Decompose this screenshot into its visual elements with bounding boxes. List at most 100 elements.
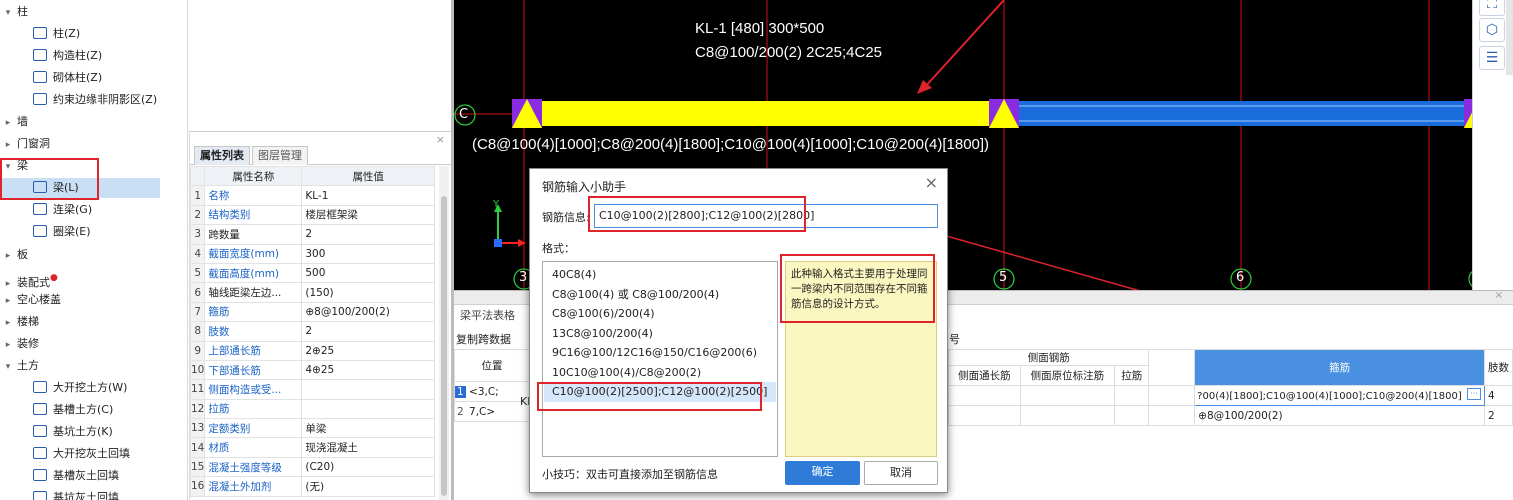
property-value[interactable]: 楼层框架梁	[301, 204, 435, 226]
tree-item[interactable]: ▸ 门窗洞	[2, 134, 187, 155]
tree-item[interactable]: 圈梁(E)	[0, 222, 186, 242]
property-value[interactable]: 现浇混凝土	[301, 437, 435, 458]
property-row[interactable]: 9 上部通长筋 2⊕25	[189, 340, 435, 361]
format-list-item[interactable]: C8@100(4) 或 C8@100/200(4)	[552, 285, 719, 305]
close-icon[interactable]: ×	[1495, 290, 1503, 301]
tree-item[interactable]: 构造柱(Z)	[0, 46, 186, 66]
tree-item[interactable]: 基坑土方(K)	[0, 422, 186, 442]
tree-item[interactable]: 连梁(G)	[0, 200, 186, 220]
property-row[interactable]: 10 下部通长筋 4⊕25	[189, 359, 435, 381]
chevron-right-icon[interactable]: ▸	[2, 313, 14, 333]
property-value[interactable]: 2	[301, 321, 435, 342]
property-value[interactable]: 300	[301, 243, 435, 264]
toolbar-item-tail[interactable]: 号	[949, 331, 960, 347]
tree-item[interactable]: 砌体柱(Z)	[0, 68, 186, 88]
property-value[interactable]: (150)	[301, 282, 435, 303]
tree-item[interactable]: ▸ 装修	[2, 334, 187, 355]
row-number: 15	[189, 456, 206, 478]
chevron-down-icon[interactable]: ▾	[2, 3, 14, 23]
construct-column-icon	[33, 49, 47, 61]
tab-property-list[interactable]: 属性列表	[194, 146, 250, 165]
view-toolbar: ⛶ ⬡ ☰	[1472, 0, 1513, 290]
property-row[interactable]: 11 侧面构造或受...	[189, 379, 435, 400]
property-value[interactable]: (C20)	[301, 456, 435, 478]
row1-stirrup-cell[interactable]: ?00(4)[1800];C10@100(4)[1000];C10@200(4)…	[1194, 385, 1485, 406]
ok-button[interactable]: 确定	[785, 461, 860, 485]
property-row[interactable]: 12 拉筋	[189, 398, 435, 420]
chevron-right-icon[interactable]: ▸	[2, 246, 14, 266]
more-icon[interactable]: ···	[1467, 388, 1481, 400]
toolbar-scrollbar[interactable]	[1506, 0, 1513, 75]
tree-item[interactable]: 基槽灰土回填	[0, 466, 186, 486]
property-value[interactable]: 500	[301, 262, 435, 284]
tree-item[interactable]: ▾ 土方	[2, 356, 187, 377]
tree-item[interactable]: 大开挖灰土回填	[0, 444, 186, 464]
chevron-right-icon[interactable]: ▸	[2, 291, 14, 311]
format-list-item[interactable]: C8@100(6)/200(4)	[552, 304, 655, 324]
property-value[interactable]: (无)	[301, 476, 435, 497]
chevron-right-icon[interactable]: ▸	[2, 135, 14, 155]
property-row[interactable]: 7 箍筋 ⊕8@100/200(2)	[189, 301, 435, 323]
tree-item[interactable]: 基槽土方(C)	[0, 400, 186, 420]
property-row[interactable]: 15 混凝土强度等级 (C20)	[189, 456, 435, 478]
tree-item[interactable]: ▸ 装配式●	[2, 268, 187, 289]
property-row[interactable]: 5 截面高度(mm) 500	[189, 262, 435, 284]
tree-label: 柱(Z)	[53, 27, 81, 40]
row1-legs[interactable]: 4	[1484, 385, 1513, 406]
format-list-item[interactable]: 9C16@100/12C16@150/C16@200(6)	[552, 343, 757, 363]
beam-table: 侧面钢筋 箍筋 肢数 侧面通长筋 侧面原位标注筋 拉筋 ?00(4)[1800]…	[947, 349, 1513, 426]
property-scrollbar[interactable]	[439, 166, 449, 500]
property-value[interactable]: 2⊕25	[301, 340, 435, 361]
row2-stirrup-cell[interactable]: ⊕8@100/200(2)	[1194, 405, 1485, 426]
tree-item[interactable]: ▾ 柱	[2, 2, 187, 23]
tab-layer-manage[interactable]: 图层管理	[252, 146, 308, 165]
row2-legs[interactable]: 2	[1484, 405, 1513, 426]
property-row[interactable]: 16 混凝土外加剂 (无)	[189, 476, 435, 497]
property-value[interactable]: 单梁	[301, 418, 435, 439]
tree-item[interactable]: ▸ 空心楼盖	[2, 290, 187, 311]
property-value[interactable]	[301, 379, 435, 400]
tree-label: 基槽土方(C)	[53, 403, 114, 416]
property-name: 混凝土强度等级	[204, 456, 303, 478]
tree-label: 板	[17, 248, 28, 261]
property-name: 名称	[204, 185, 303, 206]
chevron-down-icon[interactable]: ▾	[2, 357, 14, 377]
format-list-item[interactable]: 13C8@100/200(4)	[552, 324, 653, 344]
property-value[interactable]	[301, 398, 435, 420]
property-value[interactable]: ⊕8@100/200(2)	[301, 301, 435, 323]
tree-item[interactable]: 柱(Z)	[0, 24, 186, 44]
close-icon[interactable]: ×	[925, 173, 938, 192]
format-list-item[interactable]: 40C8(4)	[552, 265, 596, 285]
property-row[interactable]: 6 轴线距梁左边... (150)	[189, 282, 435, 303]
format-list-item[interactable]: 10C10@100(4)/C8@200(2)	[552, 363, 701, 383]
tree-item[interactable]: ▸ 楼梯	[2, 312, 187, 333]
chevron-right-icon[interactable]: ▸	[2, 113, 14, 133]
close-icon[interactable]: ×	[436, 133, 445, 146]
table-row-2[interactable]: 2 7,C>	[454, 401, 530, 422]
property-value[interactable]: 2	[301, 224, 435, 245]
property-row[interactable]: 1 名称 KL-1	[189, 185, 435, 206]
layer-view-icon[interactable]: ☰	[1479, 46, 1505, 70]
property-row[interactable]: 3 跨数量 2	[189, 224, 435, 245]
tree-label: 装配式	[17, 276, 50, 289]
property-row[interactable]: 2 结构类别 楼层框架梁	[189, 204, 435, 226]
fullscreen-icon[interactable]: ⛶	[1479, 0, 1505, 16]
row-number: 13	[189, 418, 206, 439]
ucs-x-arrow	[518, 239, 526, 247]
property-row[interactable]: 4 截面宽度(mm) 300	[189, 243, 435, 264]
tree-item[interactable]: 大开挖土方(W)	[0, 378, 186, 398]
tree-item[interactable]: ▸ 板	[2, 245, 187, 266]
tree-item[interactable]: 基坑灰土回填	[0, 488, 186, 500]
property-row[interactable]: 13 定额类别 单梁	[189, 418, 435, 439]
table-row-1[interactable]: 1 <3,C;	[454, 381, 530, 402]
property-value[interactable]: KL-1	[301, 185, 435, 206]
cancel-button[interactable]: 取消	[864, 461, 938, 485]
chevron-right-icon[interactable]: ▸	[2, 335, 14, 355]
property-row[interactable]: 8 肢数 2	[189, 321, 435, 342]
3d-view-icon[interactable]: ⬡	[1479, 18, 1505, 42]
copy-span-button[interactable]: 复制跨数据	[456, 331, 511, 347]
property-row[interactable]: 14 材质 现浇混凝土	[189, 437, 435, 458]
tree-item[interactable]: 约束边缘非阴影区(Z)	[0, 90, 186, 110]
property-value[interactable]: 4⊕25	[301, 359, 435, 381]
tree-item[interactable]: ▸ 墙	[2, 112, 187, 133]
